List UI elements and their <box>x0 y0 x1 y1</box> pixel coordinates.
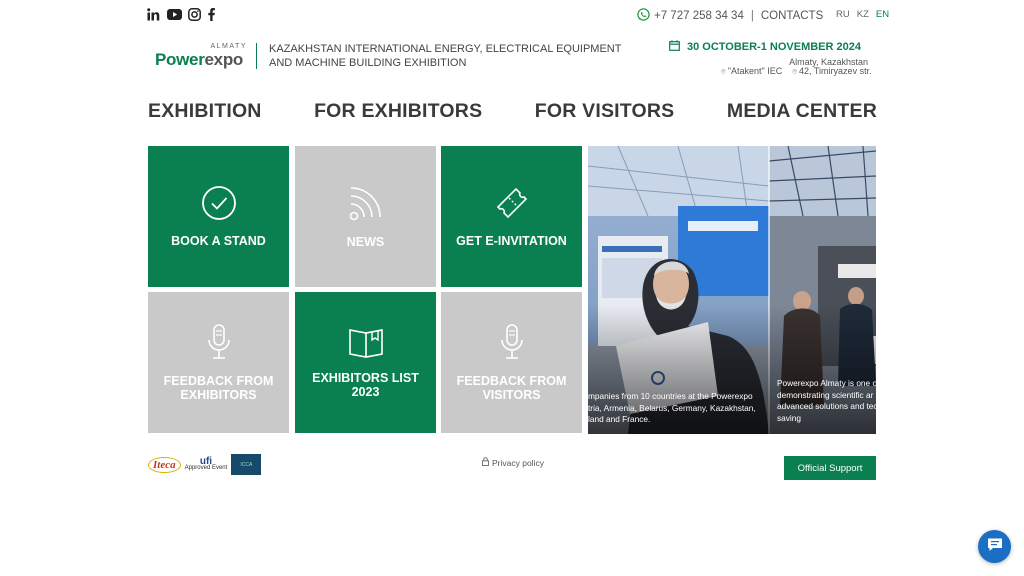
lang-kz[interactable]: KZ <box>857 9 869 20</box>
slide-caption-1: mpanies from 10 countries at the Powerex… <box>588 391 756 424</box>
tile-exhibitors-list-2023[interactable]: EXHIBITORS LIST 2023 <box>295 292 436 433</box>
exhibition-dates: 30 OCTOBER-1 NOVEMBER 2024 <box>669 40 861 54</box>
exhibition-title: KAZAKHSTAN INTERNATIONAL ENERGY, ELECTRI… <box>269 43 622 69</box>
nav-media-center[interactable]: MEDIA CENTER <box>727 100 877 123</box>
tile-label: EXHIBITORS LIST 2023 <box>312 371 419 399</box>
nav-exhibition[interactable]: EXHIBITION <box>148 100 262 123</box>
tile-get-e-invitation[interactable]: GET E-INVITATION <box>441 146 582 287</box>
tile-label: FEEDBACK FROM VISITORS <box>456 374 567 402</box>
logo-almaty: ALMATY <box>210 43 247 50</box>
privacy-label: Privacy policy <box>492 457 544 468</box>
partner-logos: Iteca ufi Approved Event ICCA <box>148 454 262 475</box>
tile-feedback-from-visitors[interactable]: FEEDBACK FROM VISITORS <box>441 292 582 433</box>
contact-bar: +7 727 258 34 34 | CONTACTS <box>637 8 823 24</box>
youtube-icon[interactable] <box>166 7 182 22</box>
rss-icon <box>348 184 384 225</box>
phone-link[interactable]: +7 727 258 34 34 <box>654 10 744 22</box>
microphone-icon <box>204 323 234 364</box>
social-links <box>147 7 216 22</box>
calendar-icon <box>669 40 680 54</box>
facebook-icon[interactable] <box>207 7 216 22</box>
official-support-button[interactable]: Official Support <box>784 456 876 480</box>
icca-logo[interactable]: ICCA <box>231 454 262 475</box>
location-pin-icon: ⌾ <box>721 67 726 76</box>
location-pin-icon: ⌾ <box>792 67 798 76</box>
lang-en[interactable]: EN <box>876 9 889 20</box>
contact-separator: | <box>750 10 754 22</box>
chat-widget-button[interactable] <box>978 530 1011 563</box>
lang-ru[interactable]: RU <box>836 9 850 20</box>
tile-label: NEWS <box>346 235 385 249</box>
dates-text: 30 OCTOBER-1 NOVEMBER 2024 <box>686 41 861 53</box>
slide-caption-2: Powerexpo Almaty is one o demonstrating … <box>777 378 876 423</box>
address[interactable]: ⌾ 42, Timiryazev str. <box>792 66 871 77</box>
header-divider <box>256 43 257 69</box>
chat-icon <box>987 537 1003 557</box>
tile-label: FEEDBACK FROM EXHIBITORS <box>163 374 274 402</box>
check-circle-icon <box>201 185 237 224</box>
tile-label: BOOK A STAND <box>171 234 266 248</box>
language-switcher: RU KZ EN <box>836 9 889 20</box>
privacy-policy-link[interactable]: Privacy policy <box>482 457 544 468</box>
contacts-link[interactable]: CONTACTS <box>761 10 823 22</box>
microphone-icon <box>497 323 527 364</box>
tile-news[interactable]: NEWS <box>295 146 436 287</box>
venue-info: ⌾ "Atakent" IEC ⌾ 42, Timiryazev str. <box>721 66 872 77</box>
linkedin-icon[interactable] <box>147 7 160 22</box>
main-nav: EXHIBITION FOR EXHIBITORS FOR VISITORS M… <box>148 100 877 123</box>
instagram-icon[interactable] <box>188 7 201 22</box>
tile-label: GET E-INVITATION <box>456 234 567 248</box>
ufi-logo[interactable]: ufi Approved Event <box>185 456 228 471</box>
powerexpo-logo[interactable]: ALMATY Powerexpo <box>155 43 247 71</box>
book-icon <box>348 326 384 361</box>
nav-for-visitors[interactable]: FOR VISITORS <box>535 100 675 123</box>
venue[interactable]: ⌾ "Atakent" IEC <box>721 66 782 77</box>
tile-book-a-stand[interactable]: BOOK A STAND <box>148 146 289 287</box>
whatsapp-icon[interactable] <box>637 8 650 24</box>
iteca-logo[interactable]: Iteca <box>148 456 181 473</box>
ticket-icon <box>494 185 530 224</box>
logo-name: Powerexpo <box>155 50 244 69</box>
nav-for-exhibitors[interactable]: FOR EXHIBITORS <box>314 100 482 123</box>
lock-icon <box>482 457 489 468</box>
tile-feedback-from-exhibitors[interactable]: FEEDBACK FROM EXHIBITORS <box>148 292 289 433</box>
